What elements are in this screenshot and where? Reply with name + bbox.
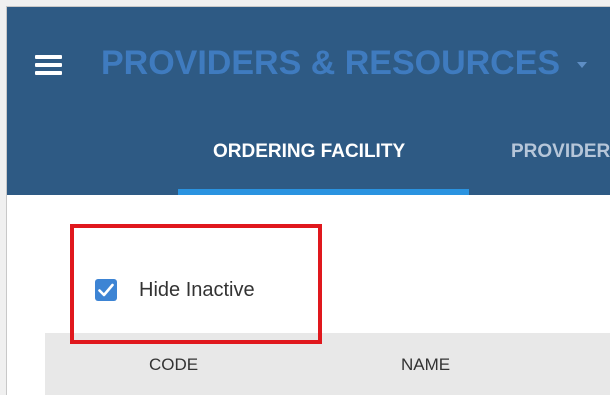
column-header-code[interactable]: CODE <box>149 355 198 375</box>
hide-inactive-checkbox[interactable] <box>95 279 117 301</box>
checkmark-icon <box>98 283 114 297</box>
hide-inactive-toggle[interactable]: Hide Inactive <box>95 275 255 305</box>
app-frame: PROVIDERS & RESOURCES ORDERING FACILITY … <box>6 6 610 395</box>
caret-down-icon[interactable] <box>577 62 587 68</box>
active-tab-indicator <box>178 189 469 195</box>
table-header: CODE NAME <box>45 333 610 395</box>
tab-providers[interactable]: PROVIDER <box>511 141 610 165</box>
page-title[interactable]: PROVIDERS & RESOURCES <box>101 43 560 83</box>
app-header: PROVIDERS & RESOURCES ORDERING FACILITY … <box>7 7 610 195</box>
tab-ordering-facility[interactable]: ORDERING FACILITY <box>213 141 405 165</box>
column-header-name[interactable]: NAME <box>401 355 450 375</box>
hamburger-menu-icon[interactable] <box>35 55 62 75</box>
hide-inactive-label: Hide Inactive <box>139 278 255 301</box>
